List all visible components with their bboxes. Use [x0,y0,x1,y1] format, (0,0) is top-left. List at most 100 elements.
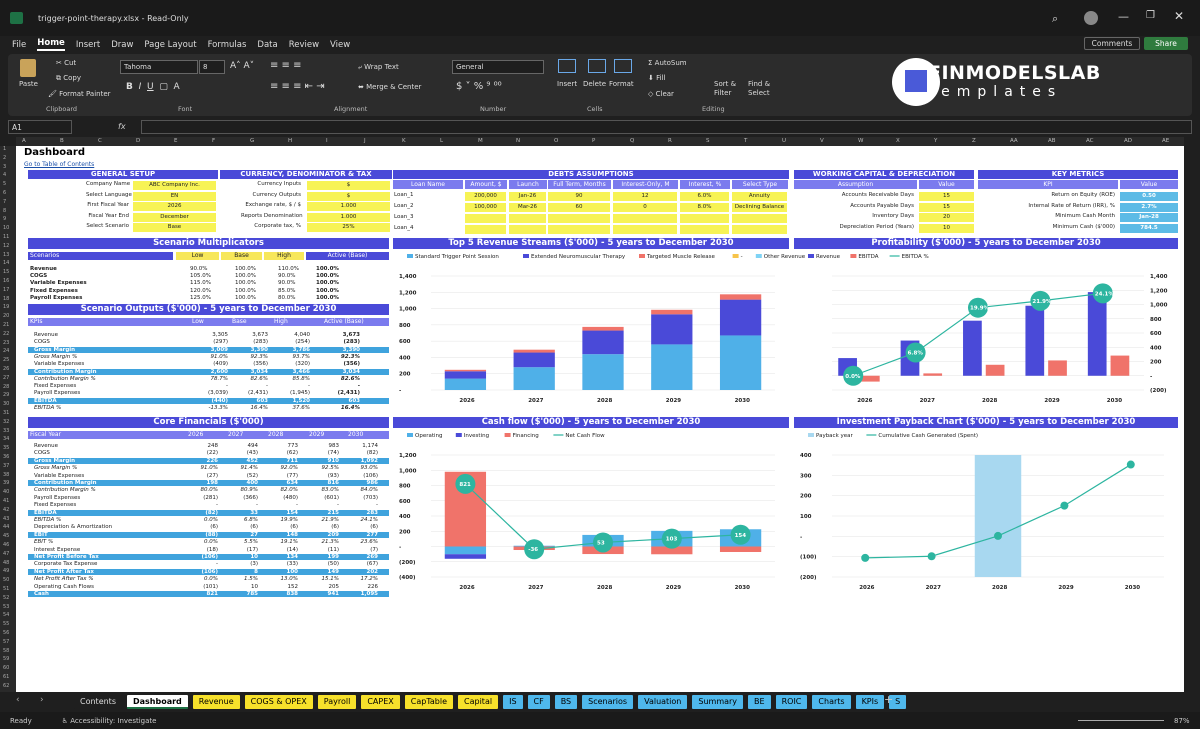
row-number[interactable]: 60 [3,665,9,671]
column-header-r[interactable]: R [668,138,672,144]
column-header-p[interactable]: P [592,138,595,144]
sheet-tab-contents[interactable]: Contents [74,694,122,709]
row-number[interactable]: 47 [3,551,9,557]
column-header-s[interactable]: S [706,138,710,144]
row-number[interactable]: 61 [3,674,9,680]
font-size-box[interactable]: 8 [199,60,225,74]
column-header-v[interactable]: V [820,138,824,144]
row-number[interactable]: 19 [3,304,9,310]
sheet-tab-capex[interactable]: CAPEX [361,694,400,709]
fill-button[interactable]: ⬇ Fill [648,74,665,82]
row-number[interactable]: 58 [3,648,9,654]
clear-button[interactable]: ◇ Clear [648,90,674,98]
column-header-d[interactable]: D [136,138,140,144]
row-number[interactable]: 7 [3,199,6,205]
row-number[interactable]: 34 [3,436,9,442]
row-number[interactable]: 22 [3,331,9,337]
row-number[interactable]: 29 [3,392,9,398]
row-number[interactable]: 21 [3,322,9,328]
column-header-t[interactable]: T [744,138,747,144]
menu-formulas[interactable]: Formulas [208,40,247,50]
sheet-tab-revenue[interactable]: Revenue [192,694,240,709]
column-header-u[interactable]: U [782,138,786,144]
sheet-tab-bs[interactable]: BS [554,694,578,709]
row-number[interactable]: 53 [3,604,9,610]
zoom-level[interactable]: 87% [1174,717,1190,725]
row-number[interactable]: 4 [3,172,6,178]
column-header-w[interactable]: W [858,138,863,144]
sheet-tab-roic[interactable]: ROIC [775,694,808,709]
delete-icon[interactable] [588,59,606,73]
row-number[interactable]: 17 [3,287,9,293]
row-number[interactable]: 18 [3,296,9,302]
menu-page-layout[interactable]: Page Layout [144,40,196,50]
menu-data[interactable]: Data [257,40,277,50]
accessibility-status[interactable]: ♿ Accessibility: Investigate [62,717,157,725]
column-header-i[interactable]: I [326,138,328,144]
column-header-o[interactable]: O [554,138,558,144]
format-icon[interactable] [614,59,632,73]
column-header-a[interactable]: A [22,138,26,144]
row-number[interactable]: 10 [3,225,9,231]
column-header-e[interactable]: E [174,138,177,144]
paste-button[interactable]: Paste [19,80,38,88]
row-number[interactable]: 16 [3,278,9,284]
font-name-box[interactable]: Tahoma [120,60,198,74]
row-number[interactable]: 41 [3,498,9,504]
close-button[interactable]: ✕ [1174,9,1184,23]
row-number[interactable]: 35 [3,445,9,451]
column-header-ae[interactable]: AE [1162,138,1169,144]
column-header-f[interactable]: F [212,138,215,144]
row-number[interactable]: 33 [3,428,9,434]
row-number[interactable]: 36 [3,454,9,460]
row-number[interactable]: 27 [3,375,9,381]
menu-home[interactable]: Home [37,38,65,51]
column-header-z[interactable]: Z [972,138,976,144]
menu-insert[interactable]: Insert [76,40,100,50]
format-button[interactable]: Format [609,80,634,88]
row-number[interactable]: 6 [3,190,6,196]
sheet-tab-captable[interactable]: CapTable [404,694,454,709]
sheet-tab-dashboard[interactable]: Dashboard [126,694,188,709]
paste-icon[interactable] [20,59,36,77]
avatar[interactable] [1084,11,1098,25]
row-number[interactable]: 50 [3,577,9,583]
comments-button[interactable]: Comments [1084,37,1140,50]
sheet-tab-cf[interactable]: CF [527,694,550,709]
formula-input[interactable] [141,120,1192,134]
row-number[interactable]: 11 [3,234,9,240]
row-number[interactable]: 31 [3,410,9,416]
name-box[interactable]: A1 [8,120,72,134]
menu-draw[interactable]: Draw [111,40,133,50]
column-header-l[interactable]: L [440,138,443,144]
row-number[interactable]: 13 [3,252,9,258]
column-header-aa[interactable]: AA [1010,138,1018,144]
column-header-h[interactable]: H [288,138,292,144]
row-number[interactable]: 12 [3,243,9,249]
menu-review[interactable]: Review [289,40,319,50]
row-number[interactable]: 1 [3,146,6,152]
autosum-button[interactable]: Σ AutoSum [648,59,687,67]
insert-button[interactable]: Insert [557,80,577,88]
delete-button[interactable]: Delete [583,80,606,88]
format-painter-button[interactable]: 🖌 Format Painter [48,90,111,98]
maximize-button[interactable]: ❐ [1146,10,1155,21]
row-number[interactable]: 25 [3,357,9,363]
insert-icon[interactable] [558,59,576,73]
row-number[interactable]: 48 [3,560,9,566]
column-header-ac[interactable]: AC [1086,138,1094,144]
row-number[interactable]: 15 [3,269,9,275]
sheet-tab-scenarios[interactable]: Scenarios [582,694,634,709]
column-header-g[interactable]: G [250,138,254,144]
row-number[interactable]: 40 [3,489,9,495]
row-number[interactable]: 8 [3,208,6,214]
row-number[interactable]: 59 [3,656,9,662]
column-header-b[interactable]: B [60,138,64,144]
column-header-q[interactable]: Q [630,138,634,144]
menu-view[interactable]: View [330,40,350,50]
minimize-button[interactable]: — [1118,10,1129,23]
tab-scroll-right-icon[interactable]: › [40,695,44,705]
row-number[interactable]: 2 [3,155,6,161]
number-format-box[interactable]: General [452,60,544,74]
wrap-text-button[interactable]: ⤶ Wrap Text [358,63,399,72]
